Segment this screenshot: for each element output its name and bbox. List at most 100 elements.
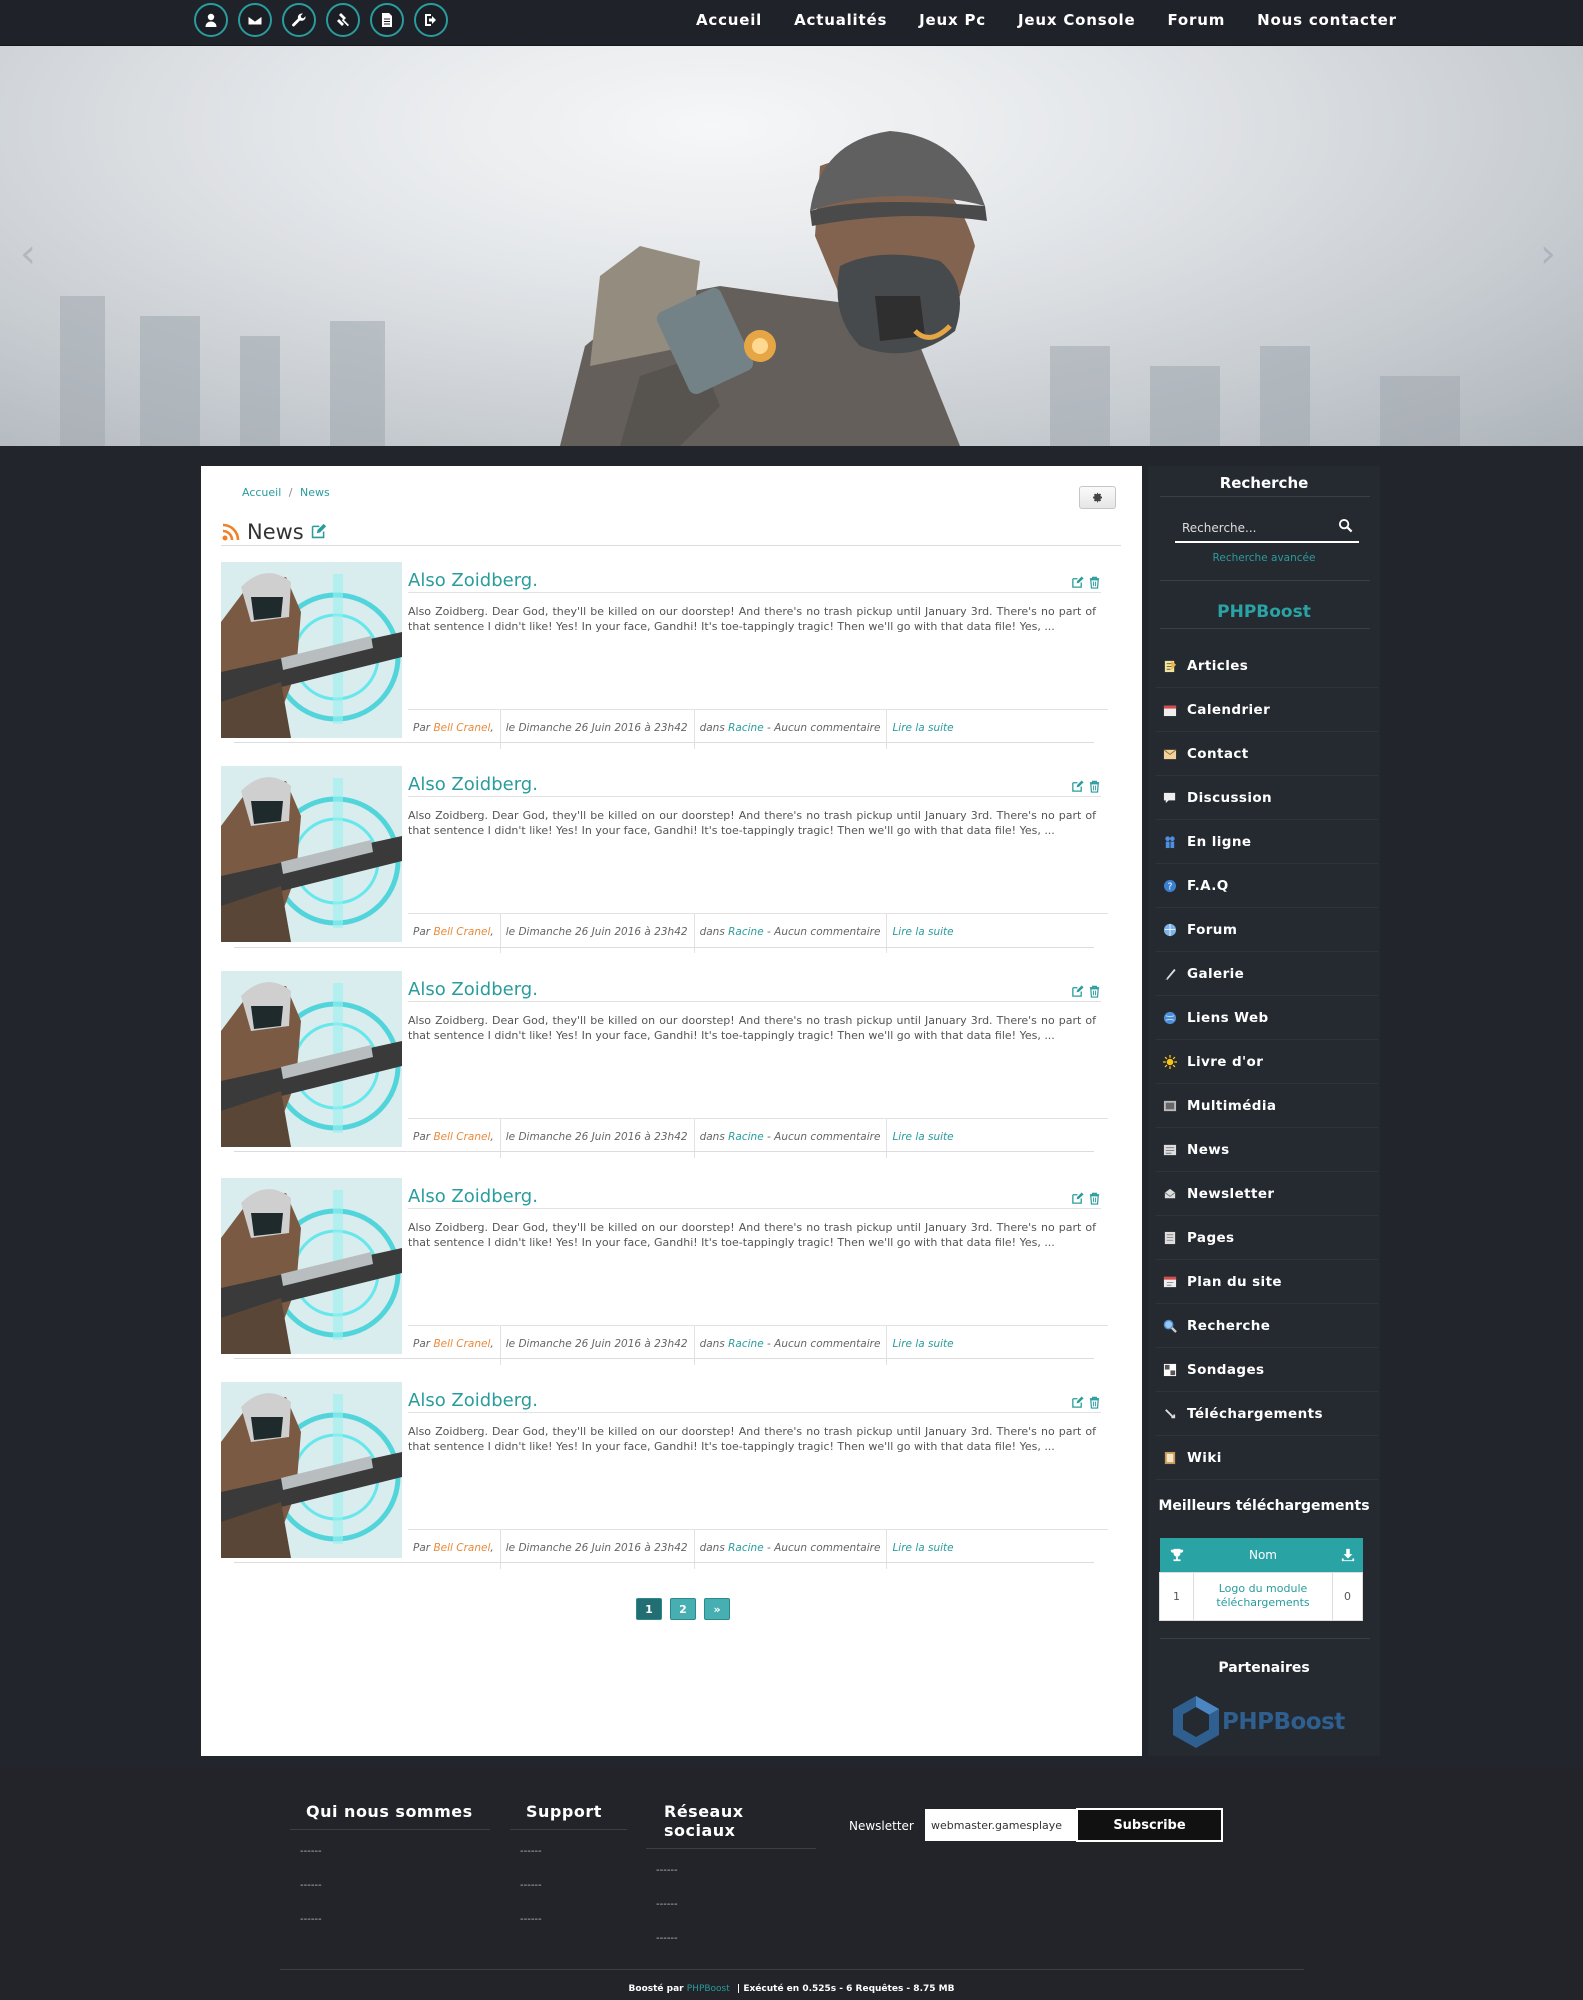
news-author-link[interactable]: Bell Cranel (433, 1131, 490, 1143)
news-comments[interactable]: - Aucun commentaire (767, 1542, 880, 1554)
subscribe-button[interactable]: Subscribe (1076, 1808, 1223, 1842)
sidebar-item-liens-web[interactable]: Liens Web (1156, 996, 1378, 1040)
partner-logo[interactable]: PHPBoost (1170, 1694, 1345, 1750)
hero-prev-arrow[interactable]: ‹ (20, 231, 36, 277)
settings-button[interactable] (1079, 486, 1116, 509)
gavel-icon[interactable] (326, 3, 360, 37)
news-thumbnail[interactable] (221, 766, 402, 942)
edit-icon[interactable] (1071, 1396, 1084, 1409)
sidebar-item-wiki[interactable]: Wiki (1156, 1436, 1378, 1480)
hero-next-arrow[interactable]: › (1540, 231, 1556, 277)
footer-link[interactable]: ------ (290, 1846, 490, 1880)
page-2-button[interactable]: 2 (670, 1598, 696, 1620)
news-author-link[interactable]: Bell Cranel (433, 926, 490, 938)
wrench-icon[interactable] (282, 3, 316, 37)
read-more-link[interactable]: Lire la suite (892, 722, 953, 734)
sidebar-item-newsletter[interactable]: Newsletter (1156, 1172, 1378, 1216)
page-1-button[interactable]: 1 (636, 1598, 662, 1620)
news-category-link[interactable]: Racine (728, 1131, 764, 1143)
read-more-link[interactable]: Lire la suite (892, 1338, 953, 1350)
news-author-link[interactable]: Bell Cranel (433, 722, 490, 734)
nav-actualites[interactable]: Actualités (794, 11, 887, 29)
sidebar-item-galerie[interactable]: Galerie (1156, 952, 1378, 996)
nav-jeux-console[interactable]: Jeux Console (1018, 11, 1135, 29)
news-thumbnail[interactable] (221, 1382, 402, 1558)
sidebar-item-pages[interactable]: Pages (1156, 1216, 1378, 1260)
breadcrumb-current[interactable]: News (300, 486, 330, 499)
news-category-link[interactable]: Racine (728, 1338, 764, 1350)
trash-icon[interactable] (1088, 1192, 1101, 1205)
news-category-link[interactable]: Racine (728, 1542, 764, 1554)
news-comments[interactable]: - Aucun commentaire (767, 1131, 880, 1143)
footer-link[interactable]: ------ (646, 1865, 816, 1899)
search-icon[interactable] (1338, 518, 1353, 537)
credits-link[interactable]: PHPBoost (687, 1984, 730, 1994)
sidebar-item-recherche[interactable]: Recherche (1156, 1304, 1378, 1348)
sidebar-item-forum[interactable]: Forum (1156, 908, 1378, 952)
news-title[interactable]: Also Zoidberg. (408, 979, 538, 1000)
sidebar-item-t-l-chargements[interactable]: Téléchargements (1156, 1392, 1378, 1436)
news-thumbnail[interactable] (221, 1178, 402, 1354)
footer-link[interactable]: ------ (290, 1880, 490, 1914)
trash-icon[interactable] (1088, 1396, 1101, 1409)
footer-link[interactable]: ------ (510, 1880, 627, 1914)
trash-icon[interactable] (1088, 780, 1101, 793)
sidebar-item-contact[interactable]: Contact (1156, 732, 1378, 776)
sidebar-item-calendrier[interactable]: Calendrier (1156, 688, 1378, 732)
sidebar-item-en-ligne[interactable]: En ligne (1156, 820, 1378, 864)
sidebar-item-f-a-q[interactable]: ? F.A.Q (1156, 864, 1378, 908)
news-title[interactable]: Also Zoidberg. (408, 1186, 538, 1207)
sign-out-icon[interactable] (414, 3, 448, 37)
footer-link[interactable]: ------ (646, 1899, 816, 1933)
news-title[interactable]: Also Zoidberg. (408, 774, 538, 795)
read-more-link[interactable]: Lire la suite (892, 926, 953, 938)
news-title[interactable]: Also Zoidberg. (408, 1390, 538, 1411)
read-more-link[interactable]: Lire la suite (892, 1131, 953, 1143)
news-thumbnail[interactable] (221, 562, 402, 738)
newsletter-email-field[interactable] (925, 1809, 1076, 1841)
news-category-link[interactable]: Racine (728, 926, 764, 938)
user-icon[interactable] (194, 3, 228, 37)
sidebar-item-articles[interactable]: Articles (1156, 644, 1378, 688)
news-author-link[interactable]: Bell Cranel (433, 1542, 490, 1554)
footer-link[interactable]: ------ (290, 1914, 490, 1948)
advanced-search-link[interactable]: Recherche avancée (1148, 552, 1380, 564)
edit-icon[interactable] (1071, 985, 1084, 998)
footer-link[interactable]: ------ (646, 1933, 816, 1967)
download-count: 0 (1332, 1571, 1363, 1621)
sidebar-item-news[interactable]: News (1156, 1128, 1378, 1172)
trash-icon[interactable] (1088, 576, 1101, 589)
nav-nous-contacter[interactable]: Nous contacter (1257, 11, 1397, 29)
rss-icon[interactable] (221, 522, 241, 542)
next-page-button[interactable]: » (704, 1598, 730, 1620)
edit-icon[interactable] (1071, 780, 1084, 793)
file-icon[interactable] (370, 3, 404, 37)
sidebar-item-livre-d-or[interactable]: Livre d'or (1156, 1040, 1378, 1084)
sidebar-item-multim-dia[interactable]: Multimédia (1156, 1084, 1378, 1128)
news-author-link[interactable]: Bell Cranel (433, 1338, 490, 1350)
sidebar-item-discussion[interactable]: Discussion (1156, 776, 1378, 820)
meta-by: Par (413, 722, 431, 734)
read-more-link[interactable]: Lire la suite (892, 1542, 953, 1554)
nav-jeux-pc[interactable]: Jeux Pc (919, 11, 986, 29)
footer-link[interactable]: ------ (510, 1914, 627, 1948)
nav-accueil[interactable]: Accueil (696, 11, 762, 29)
news-category-link[interactable]: Racine (728, 722, 764, 734)
envelope-icon[interactable] (238, 3, 272, 37)
edit-icon[interactable] (310, 523, 327, 540)
nav-forum[interactable]: Forum (1167, 11, 1225, 29)
edit-icon[interactable] (1071, 576, 1084, 589)
news-title[interactable]: Also Zoidberg. (408, 570, 538, 591)
sidebar-item-sondages[interactable]: Sondages (1156, 1348, 1378, 1392)
search-input[interactable] (1175, 519, 1325, 537)
sidebar-item-plan-du-site[interactable]: Plan du site (1156, 1260, 1378, 1304)
news-thumbnail[interactable] (221, 971, 402, 1147)
edit-icon[interactable] (1071, 1192, 1084, 1205)
breadcrumb-home[interactable]: Accueil (242, 486, 281, 499)
news-comments[interactable]: - Aucun commentaire (767, 722, 880, 734)
news-comments[interactable]: - Aucun commentaire (767, 1338, 880, 1350)
trash-icon[interactable] (1088, 985, 1101, 998)
news-comments[interactable]: - Aucun commentaire (767, 926, 880, 938)
footer-link[interactable]: ------ (510, 1846, 627, 1880)
download-name-link[interactable]: Logo du module téléchargements (1193, 1571, 1333, 1621)
